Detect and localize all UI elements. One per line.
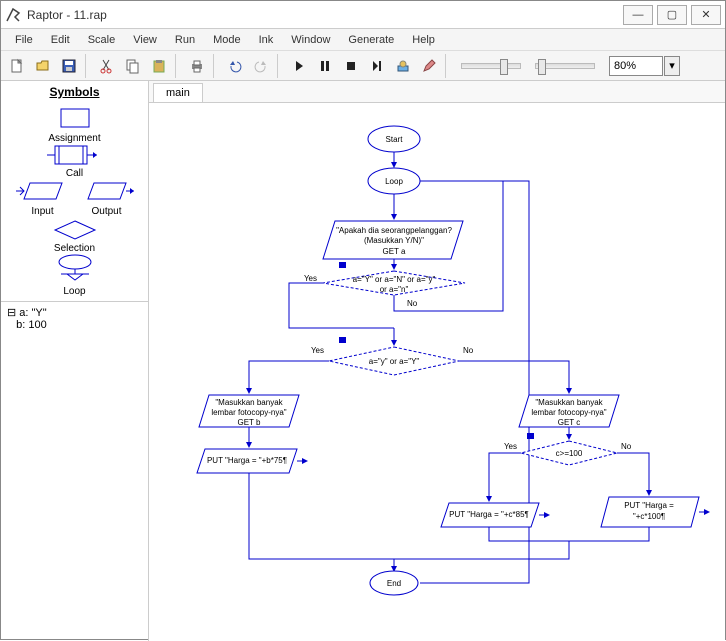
step-icon[interactable]	[365, 54, 389, 78]
menu-edit[interactable]: Edit	[43, 32, 78, 48]
svg-text:GET b: GET b	[238, 418, 262, 427]
flowchart-svg: Start Loop "Apakah dia seorangpelanggan?…	[149, 103, 719, 641]
output-symbol[interactable]	[80, 179, 134, 203]
svg-text:"Apakah dia seorangpelanggan?: "Apakah dia seorangpelanggan?	[336, 226, 452, 235]
close-button[interactable]: ✕	[691, 5, 721, 25]
svg-text:GET a: GET a	[383, 247, 407, 256]
print-icon[interactable]	[185, 54, 209, 78]
input-label: Input	[16, 206, 70, 217]
left-panel: Symbols Assignment Call Input Output Sel…	[1, 81, 149, 641]
svg-text:lembar fotocopy-nya": lembar fotocopy-nya"	[211, 408, 286, 417]
var-a: ⊟ a: "Y"	[7, 306, 144, 319]
menu-file[interactable]: File	[7, 32, 41, 48]
tab-main[interactable]: main	[153, 83, 203, 102]
svg-text:"Masukkan banyak: "Masukkan banyak	[535, 398, 603, 407]
call-label: Call	[5, 168, 144, 179]
svg-text:"+c*100¶: "+c*100¶	[633, 512, 665, 521]
svg-text:a="Y" or a="N" or a="y": a="Y" or a="N" or a="y"	[353, 275, 436, 284]
svg-text:End: End	[387, 579, 401, 588]
svg-text:Yes: Yes	[504, 442, 517, 451]
menu-window[interactable]: Window	[283, 32, 338, 48]
variables-pane[interactable]: ⊟ a: "Y" b: 100	[1, 302, 148, 641]
svg-text:a="y" or a="Y": a="y" or a="Y"	[369, 357, 420, 366]
maximize-button[interactable]: ▢	[657, 5, 687, 25]
svg-text:lembar fotocopy-nya": lembar fotocopy-nya"	[531, 408, 606, 417]
speed-slider-1[interactable]	[461, 63, 521, 69]
new-icon[interactable]	[5, 54, 29, 78]
flowchart-canvas[interactable]: Start Loop "Apakah dia seorangpelanggan?…	[149, 103, 725, 641]
menu-generate[interactable]: Generate	[340, 32, 402, 48]
save-icon[interactable]	[57, 54, 81, 78]
svg-text:Loop: Loop	[385, 177, 403, 186]
selection-label: Selection	[5, 243, 144, 254]
loop-symbol[interactable]	[51, 254, 99, 284]
undo-icon[interactable]	[223, 54, 247, 78]
svg-text:PUT "Harga = "+c*85¶: PUT "Harga = "+c*85¶	[449, 510, 529, 519]
zoom-dropdown-icon[interactable]: ▾	[664, 56, 680, 76]
copy-icon[interactable]	[121, 54, 145, 78]
svg-text:Yes: Yes	[304, 274, 317, 283]
menu-scale[interactable]: Scale	[80, 32, 124, 48]
svg-text:"Masukkan banyak: "Masukkan banyak	[215, 398, 283, 407]
breakpoint-toggle-icon[interactable]	[391, 54, 415, 78]
menu-run[interactable]: Run	[167, 32, 203, 48]
zoom-input[interactable]: 80%	[609, 56, 663, 76]
app-icon	[5, 7, 21, 23]
menu-view[interactable]: View	[125, 32, 165, 48]
svg-text:or a="n": or a="n"	[380, 285, 409, 294]
minimize-button[interactable]: —	[623, 5, 653, 25]
call-symbol[interactable]	[47, 144, 103, 166]
paste-icon[interactable]	[147, 54, 171, 78]
stop-icon[interactable]	[339, 54, 363, 78]
svg-text:(Masukkan Y/N)": (Masukkan Y/N)"	[364, 236, 424, 245]
titlebar: Raptor - 11.rap — ▢ ✕	[1, 1, 725, 29]
speed-slider-2[interactable]	[535, 63, 595, 69]
window-title: Raptor - 11.rap	[27, 8, 619, 22]
input-symbol[interactable]	[16, 179, 70, 203]
assignment-label: Assignment	[5, 133, 144, 144]
svg-text:GET c: GET c	[558, 418, 581, 427]
loop-label: Loop	[5, 286, 144, 297]
pause-icon[interactable]	[313, 54, 337, 78]
redo-icon[interactable]	[249, 54, 273, 78]
assignment-symbol[interactable]	[55, 105, 95, 131]
symbols-title: Symbols	[5, 85, 144, 99]
cut-icon[interactable]	[95, 54, 119, 78]
selection-symbol[interactable]	[53, 219, 97, 241]
svg-text:Start: Start	[386, 135, 404, 144]
svg-text:PUT "Harga = "+b*75¶: PUT "Harga = "+b*75¶	[207, 456, 287, 465]
menubar: File Edit Scale View Run Mode Ink Window…	[1, 29, 725, 51]
symbols-palette: Symbols Assignment Call Input Output Sel…	[1, 81, 148, 302]
play-icon[interactable]	[287, 54, 311, 78]
svg-text:c>=100: c>=100	[556, 449, 583, 458]
svg-text:No: No	[463, 346, 474, 355]
pen-icon[interactable]	[417, 54, 441, 78]
svg-text:No: No	[407, 299, 418, 308]
tab-bar: main	[149, 81, 725, 103]
output-label: Output	[80, 206, 134, 217]
svg-text:PUT "Harga =: PUT "Harga =	[624, 501, 674, 510]
var-b: b: 100	[7, 319, 144, 331]
menu-mode[interactable]: Mode	[205, 32, 249, 48]
menu-help[interactable]: Help	[404, 32, 443, 48]
toolbar: 80% ▾	[1, 51, 725, 81]
svg-text:No: No	[621, 442, 632, 451]
menu-ink[interactable]: Ink	[251, 32, 282, 48]
open-icon[interactable]	[31, 54, 55, 78]
svg-text:Yes: Yes	[311, 346, 324, 355]
